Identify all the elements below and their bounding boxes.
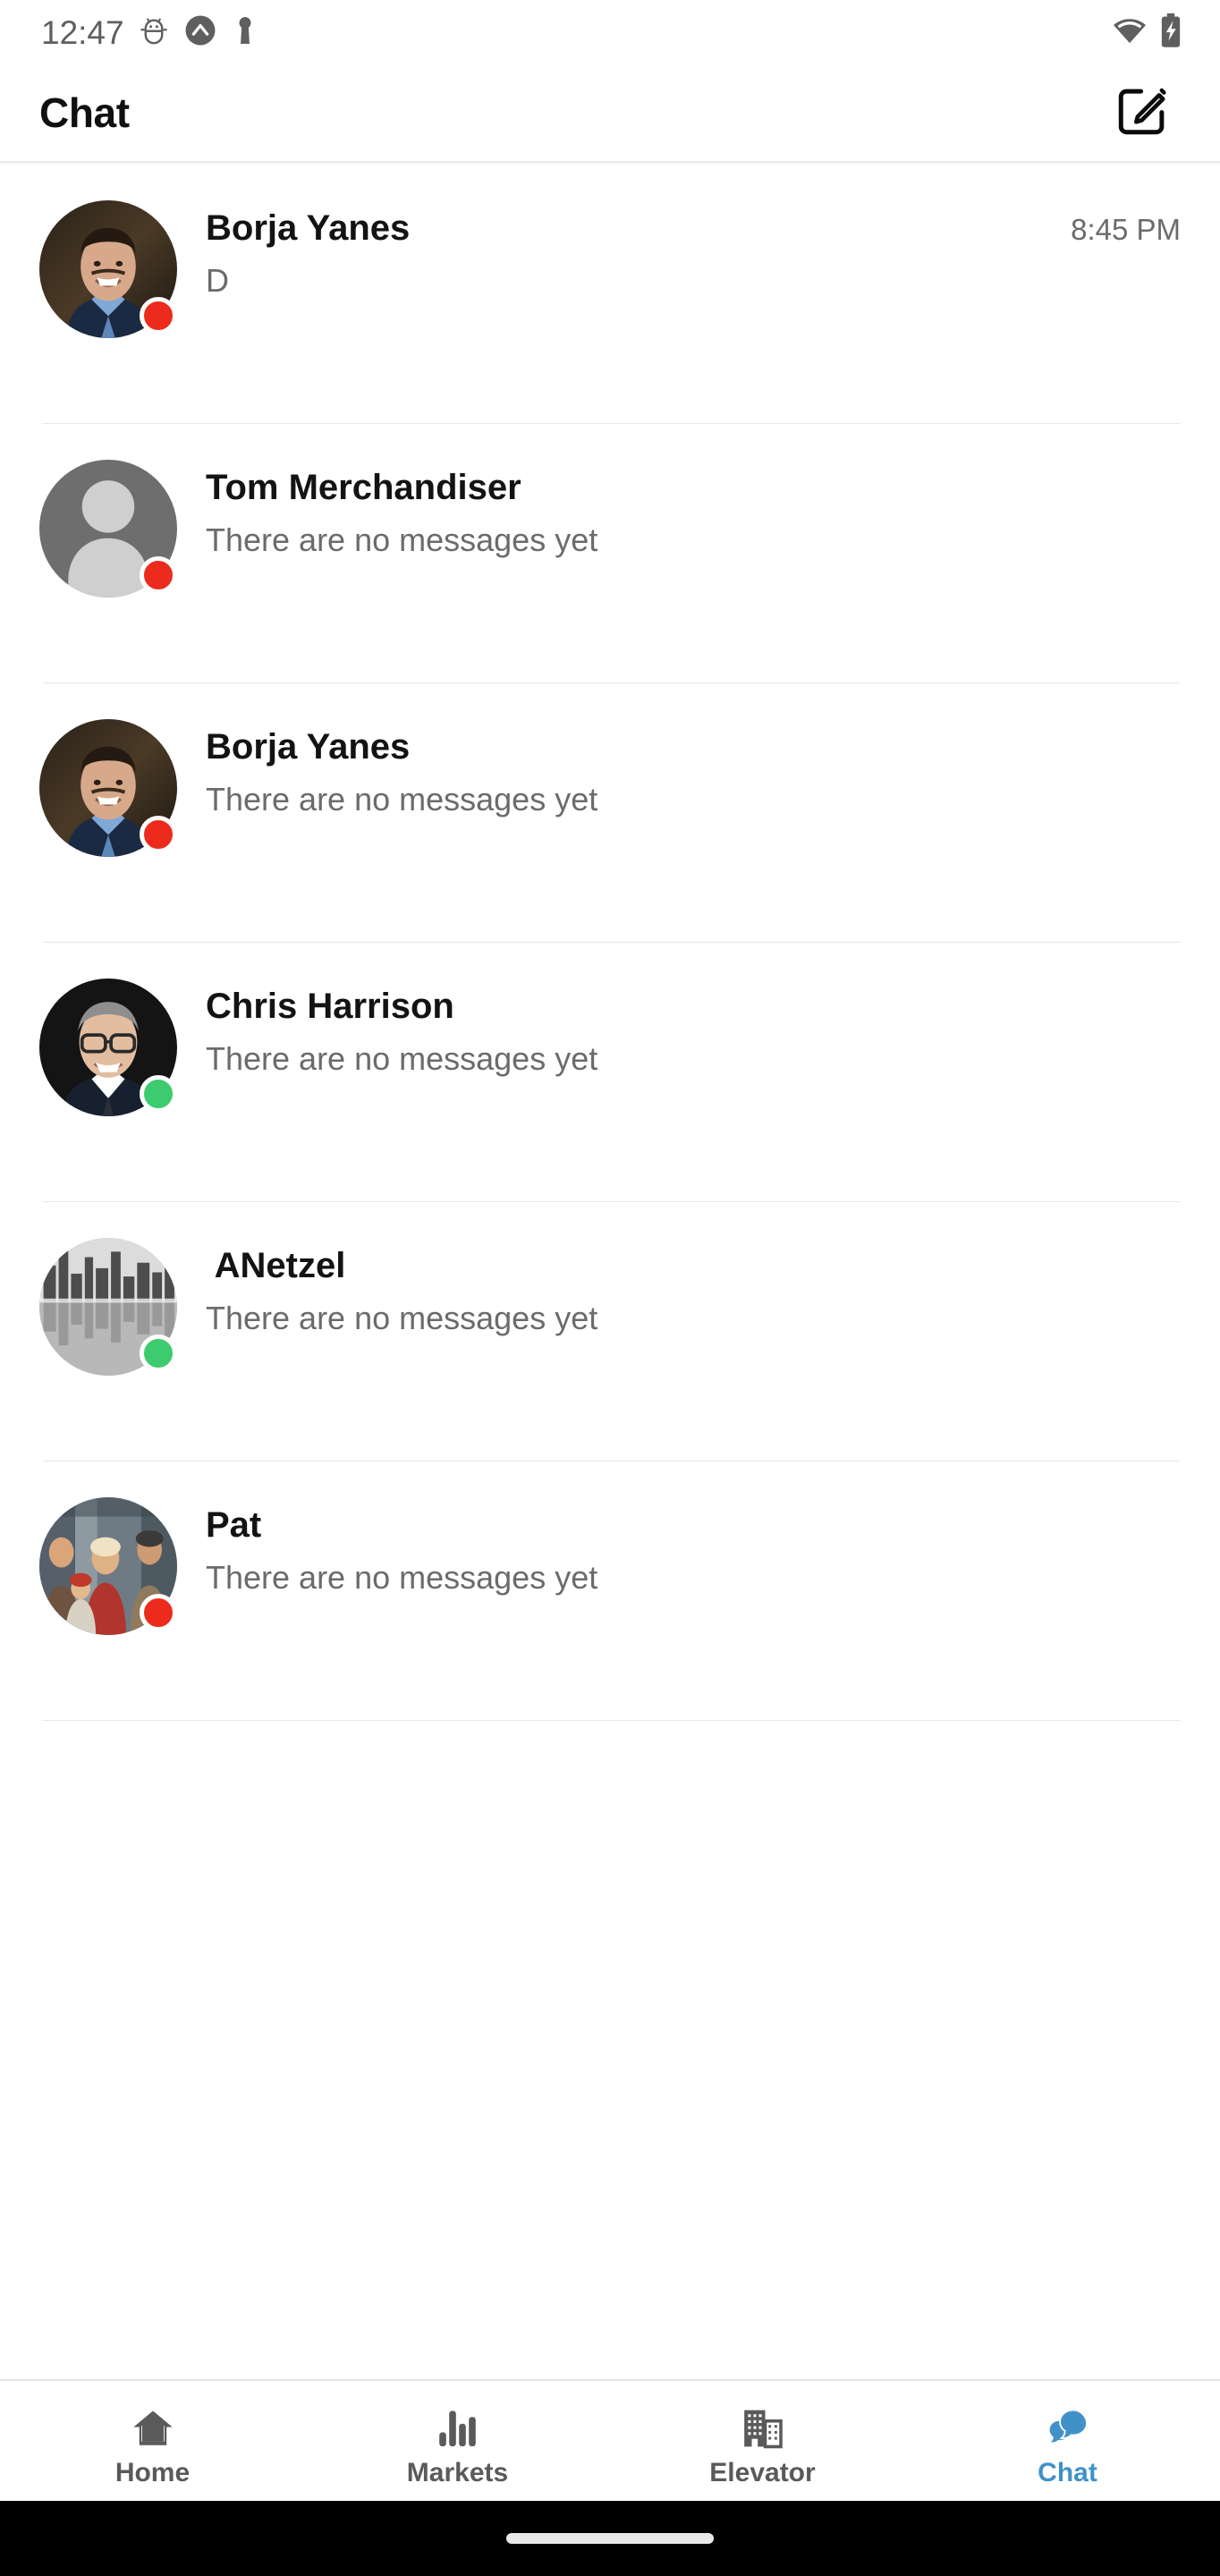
gesture-navigation-bar: [0, 2501, 1220, 2576]
wifi-icon: [1112, 15, 1148, 50]
chat-item-time: [1165, 460, 1181, 472]
nav-item-markets[interactable]: Markets: [305, 2381, 610, 2501]
app-screen: 12:47 Chat Borja Yanes D 8:45 PM Tom Mer…: [0, 0, 1220, 2576]
avatar: [39, 1497, 177, 1635]
avatar: [39, 979, 177, 1116]
chat-list: Borja Yanes D 8:45 PM Tom Merchandiser T…: [0, 165, 1220, 2379]
chat-list-item[interactable]: ANetzel There are no messages yet: [0, 1202, 1220, 1462]
nav-label-chat: Chat: [1038, 2458, 1097, 2487]
chat-item-preview: There are no messages yet: [206, 521, 598, 558]
chat-item-name: Chris Harrison: [206, 987, 454, 1026]
chat-list-item[interactable]: Pat There are no messages yet: [0, 1462, 1220, 1721]
list-divider: [43, 1720, 1181, 1721]
chat-item-preview: There are no messages yet: [206, 781, 598, 818]
status-dot-online: [140, 1335, 177, 1372]
avatar: [39, 719, 177, 857]
chat-item-time: [1165, 979, 1181, 991]
chat-item-texts: Tom Merchandiser There are no messages y…: [177, 460, 1165, 559]
bar-chart-icon: [436, 2402, 479, 2451]
nav-item-elevator[interactable]: Elevator: [610, 2381, 915, 2501]
chat-item-preview: There are no messages yet: [206, 1040, 598, 1077]
chat-item-preview: There are no messages yet: [206, 1559, 598, 1596]
chat-item-name: Borja Yanes: [206, 208, 411, 248]
avatar: [39, 1238, 177, 1376]
android-debug-icon: [139, 15, 169, 50]
app-header: Chat: [0, 64, 1220, 161]
battery-charging-icon: [1159, 13, 1182, 53]
avatar: [39, 460, 177, 597]
chat-item-time: 8:45 PM: [1071, 213, 1181, 246]
chat-item-name: Pat: [206, 1505, 262, 1545]
avatar: [39, 200, 177, 338]
chat-item-texts: Pat There are no messages yet: [177, 1497, 1165, 1597]
status-dot-offline: [140, 297, 177, 335]
gesture-pill[interactable]: [506, 2533, 714, 2544]
status-dot-offline: [140, 1594, 177, 1631]
chat-list-item[interactable]: Borja Yanes D 8:45 PM: [0, 165, 1220, 424]
chat-item-texts: ANetzel There are no messages yet: [177, 1238, 1165, 1337]
chat-item-time: [1165, 1238, 1181, 1250]
chat-item-preview: There are no messages yet: [206, 1300, 598, 1336]
chat-item-texts: Chris Harrison There are no messages yet: [177, 979, 1165, 1078]
compose-button[interactable]: [1104, 74, 1181, 151]
vpn-key-icon: [232, 14, 258, 51]
chat-item-texts: Borja Yanes D: [177, 200, 1055, 300]
chat-item-time: [1165, 1497, 1181, 1510]
chat-bubbles-icon: [1045, 2402, 1091, 2451]
status-time: 12:47: [41, 13, 124, 51]
bottom-navigation: Home Markets Elevator Chat: [0, 2379, 1220, 2501]
chat-list-item[interactable]: Tom Merchandiser There are no messages y…: [0, 424, 1220, 683]
nav-label-markets: Markets: [406, 2458, 509, 2487]
home-icon: [130, 2402, 176, 2451]
chat-item-name: Tom Merchandiser: [206, 468, 521, 507]
chat-item-name: ANetzel: [206, 1246, 346, 1285]
status-bar-right: [1112, 13, 1182, 53]
status-dot-offline: [140, 816, 177, 853]
status-dot-offline: [140, 556, 177, 594]
page-title: Chat: [39, 89, 130, 136]
chat-list-item[interactable]: Borja Yanes There are no messages yet: [0, 683, 1220, 943]
nav-label-home: Home: [114, 2458, 191, 2487]
status-bar-left: 12:47: [41, 13, 258, 52]
status-dot-online: [140, 1075, 177, 1113]
chat-list-item[interactable]: Chris Harrison There are no messages yet: [0, 943, 1220, 1202]
status-bar: 12:47: [0, 0, 1220, 64]
chat-item-preview: D: [206, 262, 229, 299]
nav-item-chat[interactable]: Chat: [915, 2381, 1220, 2501]
nav-item-home[interactable]: Home: [0, 2381, 305, 2501]
nav-label-elevator: Elevator: [709, 2458, 816, 2487]
chat-item-texts: Borja Yanes There are no messages yet: [177, 719, 1165, 818]
circle-chevron-up-icon: [183, 13, 217, 52]
compose-icon: [1114, 82, 1171, 144]
buildings-icon: [740, 2402, 786, 2451]
chat-item-time: [1165, 719, 1181, 732]
chat-item-name: Borja Yanes: [206, 727, 411, 767]
